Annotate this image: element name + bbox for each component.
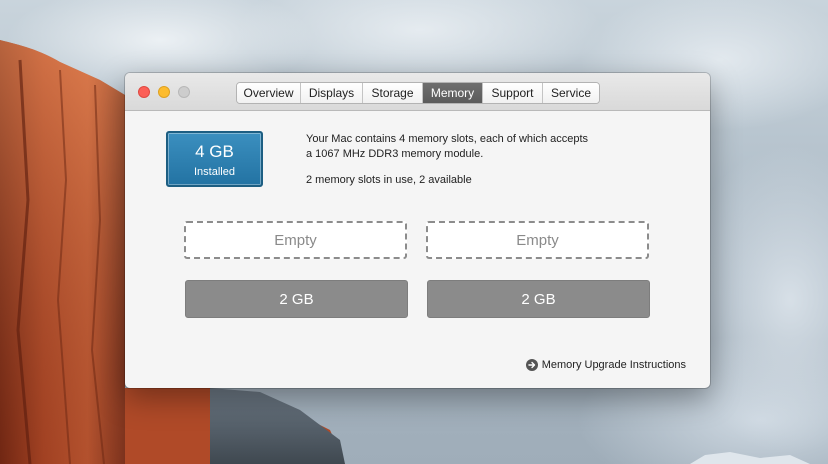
memory-upgrade-instructions-label: Memory Upgrade Instructions — [541, 359, 686, 371]
installed-memory-size: 4 GB — [195, 142, 234, 161]
tab-memory[interactable]: Memory — [423, 83, 483, 103]
minimize-window-button[interactable] — [158, 86, 170, 98]
arrow-circle-right-icon — [525, 359, 538, 371]
memory-slot-2: Empty — [426, 221, 649, 259]
about-this-mac-window: Overview Displays Storage Memory Support… — [125, 73, 710, 388]
desktop-background: Overview Displays Storage Memory Support… — [0, 0, 828, 464]
memory-slot-4: 2 GB — [427, 280, 650, 318]
tab-storage[interactable]: Storage — [363, 83, 423, 103]
memory-description-line-2: a 1067 MHz DDR3 memory module. — [306, 148, 484, 160]
title-bar: Overview Displays Storage Memory Support… — [125, 73, 710, 111]
close-window-button[interactable] — [138, 86, 150, 98]
memory-slot-3: 2 GB — [185, 280, 408, 318]
memory-slots-summary: 2 memory slots in use, 2 available — [306, 174, 472, 186]
memory-slot-1: Empty — [184, 221, 407, 259]
tab-service[interactable]: Service — [543, 83, 599, 103]
tab-support[interactable]: Support — [483, 83, 543, 103]
installed-memory-label: Installed — [194, 166, 235, 178]
memory-description-line-1: Your Mac contains 4 memory slots, each o… — [306, 133, 589, 145]
memory-upgrade-instructions-link[interactable]: Memory Upgrade Instructions — [525, 357, 686, 373]
installed-memory-badge: 4 GB Installed — [166, 131, 263, 187]
tab-overview[interactable]: Overview — [237, 83, 301, 103]
tab-displays[interactable]: Displays — [301, 83, 363, 103]
memory-info-text: Your Mac contains 4 memory slots, each o… — [306, 132, 646, 188]
zoom-window-button[interactable] — [178, 86, 190, 98]
segmented-tab-control: Overview Displays Storage Memory Support… — [236, 82, 600, 104]
